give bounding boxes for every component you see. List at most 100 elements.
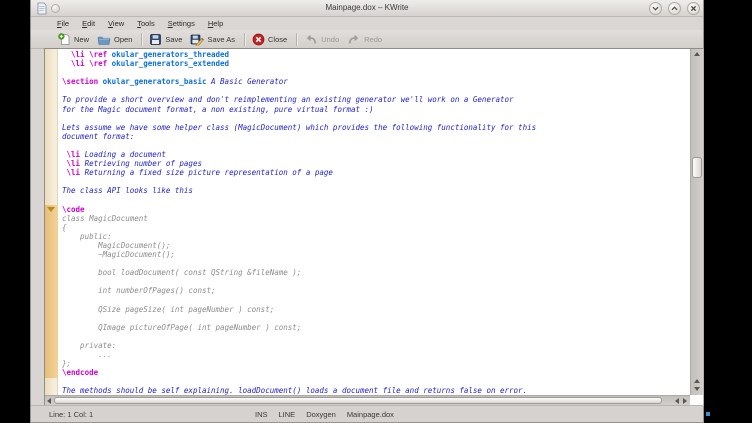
close-window-button[interactable] [687,2,700,15]
maximize-button[interactable] [668,2,681,15]
toolbar-separator [244,33,245,46]
statusbar-segment: INS [255,410,268,419]
editor-line: \li Loading a document [62,150,690,159]
editor-line: ... [62,350,690,359]
toolbar-separator [296,33,297,46]
menu-view[interactable]: View [106,19,126,28]
editor-line: Lets assume we have some helper class (M… [62,123,690,132]
editor: \li \ref okular_generators_threaded \li … [44,48,704,406]
editor-line [62,277,690,286]
redo-button[interactable]: Redo [344,32,387,47]
editor-line [62,332,690,341]
scroll-left-icon[interactable] [675,398,679,404]
editor-line [62,259,690,268]
editor-line: document format: [62,132,690,141]
editor-line: MagicDocument(); [62,241,690,250]
editor-line [62,196,690,205]
editor-line [62,141,690,150]
scroll-right-icon[interactable] [683,398,687,404]
window-title: Mainpage.dox – KWrite [31,3,703,12]
editor-line [62,314,690,323]
editor-line: ~MagicDocument(); [62,250,690,259]
horizontal-scrollbar[interactable] [45,395,690,405]
statusbar-segment: Doxygen [306,410,336,419]
editor-line: class MagicDocument [62,214,690,223]
toolbar-separator [141,33,142,46]
editor-line [62,68,690,77]
new-button[interactable]: New [55,32,94,47]
toolbar: New Open Save Save As Close Undo Redo [31,30,703,49]
statusbar: Line: 1 Col: 1 INS LINE Doxygen Mainpage.do… [31,405,703,422]
editor-line: \code [62,205,690,214]
editor-line: for the Magic document format, a non exi… [62,105,690,114]
editor-line: The class API looks like this [62,186,690,195]
editor-text-area[interactable]: \li \ref okular_generators_threaded \li … [59,49,690,395]
scroll-up-icon[interactable] [694,379,700,383]
editor-line [62,114,690,123]
statusbar-segment: LINE [279,410,296,419]
save-button[interactable]: Save [146,32,187,47]
toolbar-button-label: Close [268,35,287,44]
editor-line: \endcode [62,368,690,377]
screen: Mainpage.dox – KWrite File Edit View Tools S… [0,0,752,423]
resize-grip[interactable] [706,412,710,416]
editor-line [62,296,690,305]
editor-line: \li \ref okular_generators_extended [62,59,690,68]
vertical-scrollbar-thumb[interactable] [692,157,702,178]
editor-line: }; [62,359,690,368]
new-document-icon [58,33,71,46]
toolbar-button-label: New [74,35,89,44]
menu-tools[interactable]: Tools [135,19,157,28]
editor-line [62,86,690,95]
editor-line [62,177,690,186]
toolbar-button-label: Redo [364,35,382,44]
scroll-left-icon[interactable] [47,398,51,404]
editor-line: QSize pageSize( int pageNumber ) const; [62,305,690,314]
toolbar-button-label: Save As [207,35,235,44]
titlebar[interactable]: Mainpage.dox – KWrite [31,0,703,17]
fold-collapse-icon[interactable] [47,207,55,212]
editor-line: bool loadDocument( const QString &fileNa… [62,268,690,277]
save-as-icon [190,33,204,46]
menu-settings[interactable]: Settings [166,19,197,28]
editor-line: public: [62,232,690,241]
editor-line: \li Retrieving number of pages [62,159,690,168]
menubar: File Edit View Tools Settings Help [31,17,703,30]
toolbar-button-label: Undo [321,35,339,44]
editor-line: QImage pictureOfPage( int pageNumber ) c… [62,323,690,332]
scroll-down-icon[interactable] [694,387,700,391]
statusbar-segments: INS LINE Doxygen Mainpage.dox [255,410,394,419]
editor-line [62,377,690,386]
window-controls [649,2,700,15]
editor-line: \section okular_generators_basic A Basic… [62,77,690,86]
open-button[interactable]: Open [94,32,137,47]
editor-line: \li \ref okular_generators_threaded [62,50,690,59]
close-icon [252,33,265,46]
menu-file[interactable]: File [55,19,71,28]
kwrite-window: Mainpage.dox – KWrite File Edit View Tools S… [30,0,704,423]
vertical-scrollbar[interactable] [690,49,703,395]
editor-line: int numberOfPages() const; [62,286,690,295]
statusbar-segment: Mainpage.dox [347,410,394,419]
editor-line: { [62,223,690,232]
save-icon [149,33,162,46]
code-folding-border[interactable] [45,49,58,395]
open-folder-icon [97,33,111,46]
save-as-button[interactable]: Save As [187,32,240,47]
menu-help[interactable]: Help [206,19,225,28]
redo-icon [347,33,361,46]
editor-line: \li Returning a fixed size picture repre… [62,168,690,177]
toolbar-button-label: Save [165,35,182,44]
cursor-position-label: Line: 1 Col: 1 [49,410,93,419]
undo-icon [304,33,318,46]
editor-line: To provide a short overview and don't re… [62,95,690,104]
close-button[interactable]: Close [249,32,292,47]
scroll-up-icon[interactable] [694,52,700,56]
toolbar-button-label: Open [114,35,132,44]
menu-edit[interactable]: Edit [80,19,97,28]
undo-button[interactable]: Undo [301,32,344,47]
minimize-button[interactable] [649,2,662,15]
fold-region-highlight [45,205,58,378]
editor-line: The methods should be self explaining. l… [62,386,690,395]
horizontal-scrollbar-thumb[interactable] [54,397,662,404]
